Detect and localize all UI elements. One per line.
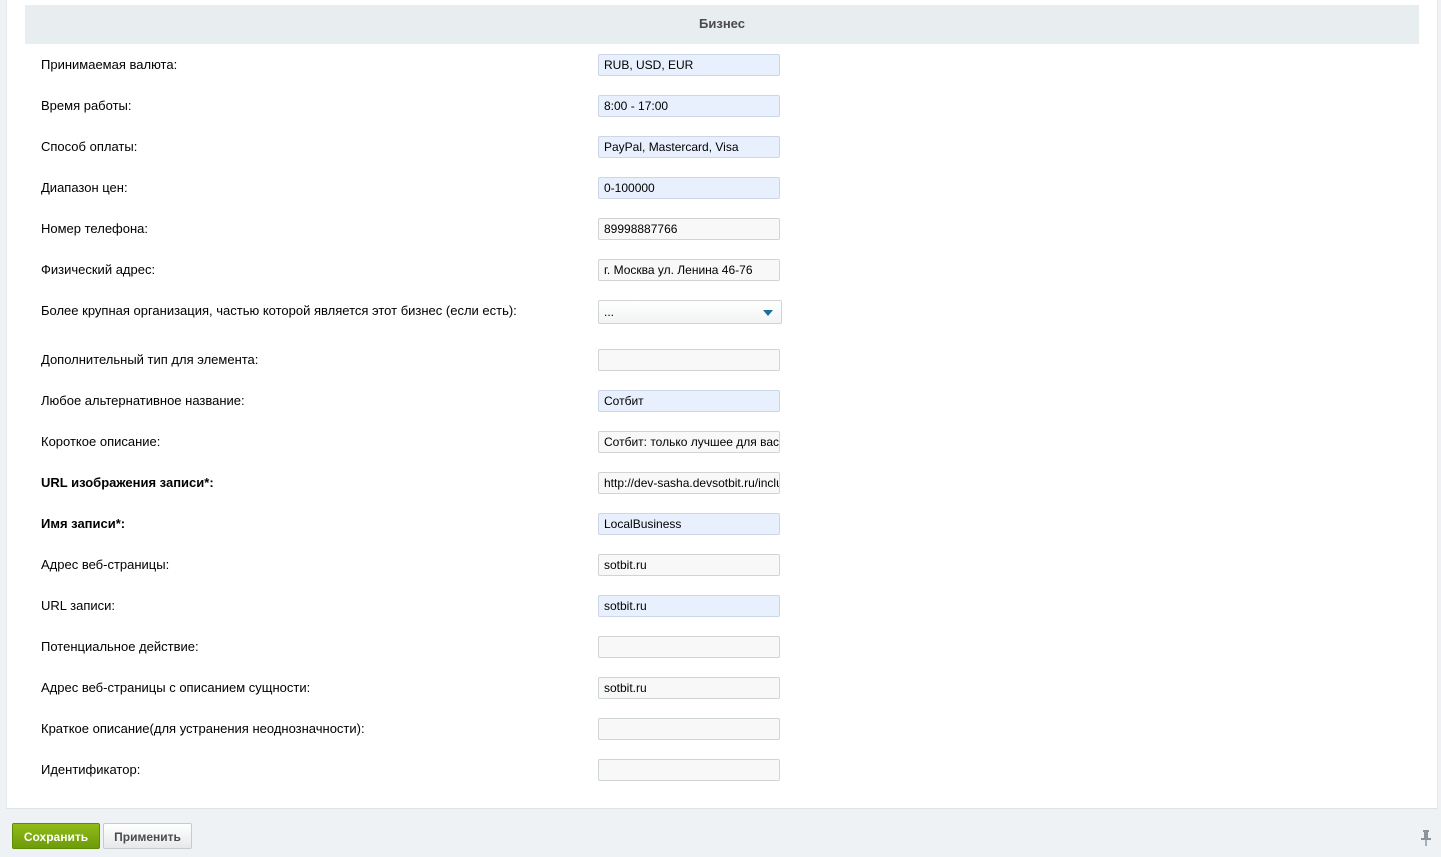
field-label: Принимаемая валюта:: [41, 57, 178, 72]
field-label: Адрес веб-страницы с описанием сущности:: [41, 680, 311, 695]
chevron-down-icon: [763, 310, 773, 316]
footer-toolbar: Сохранить Применить: [0, 809, 1441, 857]
form-row: Потенциальное действие:: [7, 636, 1437, 660]
text-input[interactable]: [598, 718, 780, 740]
text-input[interactable]: http://dev-sasha.devsotbit.ru/inclu: [598, 472, 780, 494]
text-input[interactable]: [598, 349, 780, 371]
text-input[interactable]: LocalBusiness: [598, 513, 780, 535]
field-label: Адрес веб-страницы:: [41, 557, 170, 572]
text-input[interactable]: RUB, USD, EUR: [598, 54, 780, 76]
form-row: Короткое описание: Сотбит: только лучшее …: [7, 431, 1437, 455]
field-label: Физический адрес:: [41, 262, 156, 277]
form-row: Дополнительный тип для элемента:: [7, 349, 1437, 373]
form-row: Любое альтернативное название: Сотбит: [7, 390, 1437, 414]
field-label: URL изображения записи*:: [41, 475, 214, 490]
text-input[interactable]: PayPal, Mastercard, Visa: [598, 136, 780, 158]
form-row: Имя записи*: LocalBusiness: [7, 513, 1437, 537]
form-row: Диапазон цен: 0-100000: [7, 177, 1437, 201]
field-label: Идентификатор:: [41, 762, 141, 777]
text-input[interactable]: [598, 636, 780, 658]
apply-button[interactable]: Применить: [103, 823, 192, 849]
field-label: URL записи:: [41, 598, 116, 613]
select-value: ...: [604, 305, 615, 319]
field-label: Потенциальное действие:: [41, 639, 199, 654]
section-title: Бизнес: [25, 5, 1419, 44]
text-input[interactable]: 8:00 - 17:00: [598, 95, 780, 117]
text-input[interactable]: sotbit.ru: [598, 554, 780, 576]
text-input[interactable]: г. Москва ул. Ленина 46-76: [598, 259, 780, 281]
field-label: Более крупная организация, частью которо…: [41, 303, 517, 318]
text-input[interactable]: Сотбит: [598, 390, 780, 412]
text-input[interactable]: Сотбит: только лучшее для вас.: [598, 431, 780, 453]
text-input[interactable]: sotbit.ru: [598, 595, 780, 617]
field-label: Номер телефона:: [41, 221, 148, 236]
field-label: Короткое описание:: [41, 434, 161, 449]
text-input[interactable]: [598, 759, 780, 781]
form-row: Идентификатор:: [7, 759, 1437, 783]
field-label: Любое альтернативное название:: [41, 393, 245, 408]
save-button[interactable]: Сохранить: [12, 823, 100, 849]
form-row: Адрес веб-страницы: sotbit.ru: [7, 554, 1437, 578]
form-row: URL изображения записи*: http://dev-sasha…: [7, 472, 1437, 496]
parent-organization-select[interactable]: ...: [598, 300, 782, 324]
form-row: Адрес веб-страницы с описанием сущности:…: [7, 677, 1437, 701]
field-label: Краткое описание(для устранения неоднозн…: [41, 721, 365, 736]
field-label: Время работы:: [41, 98, 132, 113]
form-row: Время работы: 8:00 - 17:00: [7, 95, 1437, 119]
text-input[interactable]: 89998887766: [598, 218, 780, 240]
text-input[interactable]: sotbit.ru: [598, 677, 780, 699]
field-label: Имя записи*:: [41, 516, 126, 531]
form-row: Более крупная организация, частью которо…: [7, 300, 1437, 324]
form-row: Физический адрес: г. Москва ул. Ленина 46…: [7, 259, 1437, 283]
field-label: Диапазон цен:: [41, 180, 128, 195]
field-label: Способ оплаты:: [41, 139, 138, 154]
field-label: Дополнительный тип для элемента:: [41, 352, 259, 367]
form-panel: Бизнес Принимаемая валюта: RUB, USD, EUR В…: [6, 0, 1438, 809]
pin-icon[interactable]: [1420, 830, 1432, 846]
text-input[interactable]: 0-100000: [598, 177, 780, 199]
form-row: Краткое описание(для устранения неоднозн…: [7, 718, 1437, 742]
form-row: Способ оплаты: PayPal, Mastercard, Visa: [7, 136, 1437, 160]
form-row: URL записи: sotbit.ru: [7, 595, 1437, 619]
form-row: Номер телефона: 89998887766: [7, 218, 1437, 242]
form-row: Принимаемая валюта: RUB, USD, EUR: [7, 54, 1437, 78]
